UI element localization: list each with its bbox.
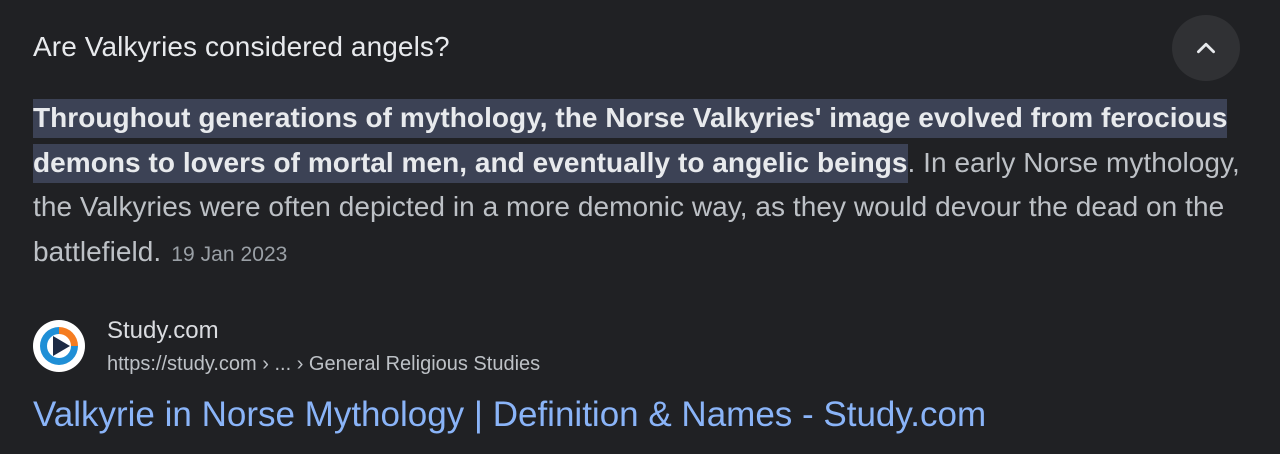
answer-snippet: Throughout generations of mythology, the… bbox=[33, 96, 1248, 277]
site-name: Study.com bbox=[107, 317, 219, 344]
chevron-up-icon bbox=[1197, 42, 1215, 54]
question-heading[interactable]: Are Valkyries considered angels? bbox=[33, 28, 450, 66]
collapse-button[interactable] bbox=[1172, 15, 1240, 81]
site-url: https://study.com › ... › General Religi… bbox=[107, 353, 541, 375]
result-title-link[interactable]: Valkyrie in Norse Mythology | Definition… bbox=[33, 393, 986, 437]
answer-date: 19 Jan 2023 bbox=[171, 242, 288, 266]
source-block[interactable]: Study.com https://study.com › ... › Gene… bbox=[33, 316, 733, 376]
study-com-play-icon bbox=[33, 320, 85, 372]
